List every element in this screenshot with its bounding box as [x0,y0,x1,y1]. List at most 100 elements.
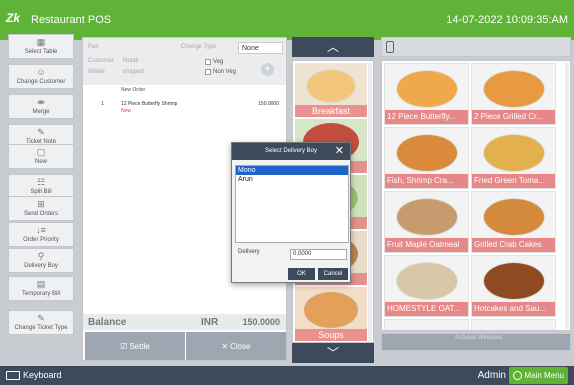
food-image [482,262,545,301]
product-scrollbar[interactable] [565,63,569,329]
food-image [482,134,545,173]
veg-checkbox[interactable]: Veg [205,59,223,65]
add-button[interactable]: + [261,63,274,76]
food-image [482,70,545,109]
food-image [395,198,458,237]
change-customer-button[interactable]: ☺ Change Customer [8,64,74,89]
main-menu-label: Main Menu [524,371,564,380]
close-button[interactable]: ✕ Close [186,332,286,360]
split-icon: ☷ [36,177,46,187]
balance-bar: Balance INR 150.0000 [83,314,286,330]
title-bar: Zk Restaurant POS 14-07-2022 10:09:35:AM [0,0,574,40]
merge-button[interactable]: ⇼ Merge [8,94,74,119]
item-price: 150.0000 [258,101,279,107]
new-button[interactable]: ▢ New [8,144,74,169]
home-icon [513,371,523,380]
ticket-icon: ✎ [37,313,45,323]
sidebar-label: Temporary Bill [21,291,60,297]
product-label: 2 Piece Grilled Cr... [472,110,555,124]
dialog-title: Select Delivery Boy [232,143,350,160]
item-qty: 1 [101,101,104,107]
waiter-label[interactable]: Waiter [88,69,105,75]
checkbox-box [205,59,211,65]
delivery-input[interactable]: 0.0000 [290,249,347,260]
cancel-button[interactable]: Cancel [318,268,348,280]
product-tile[interactable] [384,319,469,330]
product-label: HOMESTYLE OAT... [385,302,468,316]
sidebar-label: Change Customer [16,79,66,85]
sidebar-label: Change Ticket Type [14,325,68,331]
brand-logo: Zk [6,11,21,25]
keyboard-button[interactable]: Keyboard [6,370,62,380]
product-label: Fish, Shrimp Cra... [385,174,468,188]
category-scroll-down-button[interactable]: ﹀ [292,343,374,363]
select-table-button[interactable]: ▦ Select Table [8,34,74,59]
product-label: Grilled Crab Cakes [472,238,555,252]
new-order-label: New Order [121,87,146,93]
product-tile[interactable]: Fried Green Toma... [471,127,556,189]
chevron-down-icon: ﹀ [326,346,339,360]
change-type-select[interactable]: None [238,42,283,54]
product-label: 12 Piece Butterfly... [385,110,468,124]
list-item[interactable]: Mono [236,166,348,175]
product-tile[interactable]: 12 Piece Butterfly... [384,63,469,125]
product-label: Fried Green Toma... [472,174,555,188]
non-veg-checkbox[interactable]: Non Veg [205,69,236,75]
food-image [395,70,458,109]
non-veg-label: Non Veg [213,69,237,75]
temporary-bill-button[interactable]: ▤ Temporary Bill [8,276,74,301]
product-tile[interactable]: 2 Piece Grilled Cr... [471,63,556,125]
chevron-up-icon: ︿ [326,40,339,54]
merge-icon: ⇼ [37,97,45,107]
checkbox-box [205,69,211,75]
product-tile[interactable]: Fish, Shrimp Cra... [384,127,469,189]
category-label: Breakfast [295,105,367,117]
product-grid: 12 Piece Butterfly... 2 Piece Grilled Cr… [381,60,571,331]
product-tile[interactable]: Fruit Maple Oatmeal [384,191,469,253]
product-tile[interactable]: Grilled Crab Cakes [471,191,556,253]
product-label: Fruit Maple Oatmeal [385,238,468,252]
settle-button[interactable]: ☑ Settle [85,332,185,360]
shipped-label: shipped [123,69,145,75]
category-soups[interactable]: Soups [295,287,367,341]
bill-icon: ▤ [36,279,46,289]
send-orders-button[interactable]: ⊞ Send Orders [8,196,74,221]
customer-label[interactable]: Customer [88,58,114,64]
keyboard-icon [6,370,20,380]
order-header: Pax Change Type None Customer Retail Wai… [83,38,286,85]
sidebar-label: Split Bill [30,189,52,195]
change-ticket-type-button[interactable]: ✎ Change Ticket Type [8,310,74,335]
bottom-bar: Keyboard Admin Main Menu [0,366,574,385]
close-icon[interactable]: ✕ [335,145,344,158]
delivery-label: Delivery [238,249,260,255]
activate-windows-watermark: Activate Windows [455,335,503,341]
send-icon: ⊞ [37,199,45,209]
priority-icon: ↓≡ [36,225,46,235]
sidebar-label: Order Priority [23,237,59,243]
category-breakfast[interactable]: Breakfast [295,63,367,117]
close-icon: ✕ [221,341,229,351]
pax-label: Pax [88,44,99,50]
category-scroll-up-button[interactable]: ︿ [292,37,374,57]
food-image [303,290,359,329]
close-label: Close [230,341,251,351]
product-label: Hotcakes and Sau... [472,302,555,316]
order-priority-button[interactable]: ↓≡ Order Priority [8,222,74,247]
veg-label: Veg [213,59,224,65]
delivery-boy-button[interactable]: ⚲ Delivery Boy [8,248,74,273]
main-menu-button[interactable]: Main Menu [509,367,568,384]
keyboard-label: Keyboard [23,370,62,380]
pencil-icon: ✎ [37,127,45,137]
product-tile[interactable]: HOMESTYLE OAT... [384,255,469,317]
ok-button[interactable]: OK [288,268,315,280]
sidebar-label: New [34,159,47,165]
food-image [395,134,458,173]
category-scrollbar[interactable] [368,63,372,342]
phone-icon[interactable] [386,41,394,53]
sidebar-label: Select Table [24,49,58,55]
product-tile[interactable]: Hotcakes and Sau... [471,255,556,317]
delivery-boy-list[interactable]: Mono Arun [235,165,349,243]
list-item[interactable]: Arun [236,175,348,184]
product-tile[interactable] [471,319,556,330]
new-icon: ▢ [36,147,46,157]
